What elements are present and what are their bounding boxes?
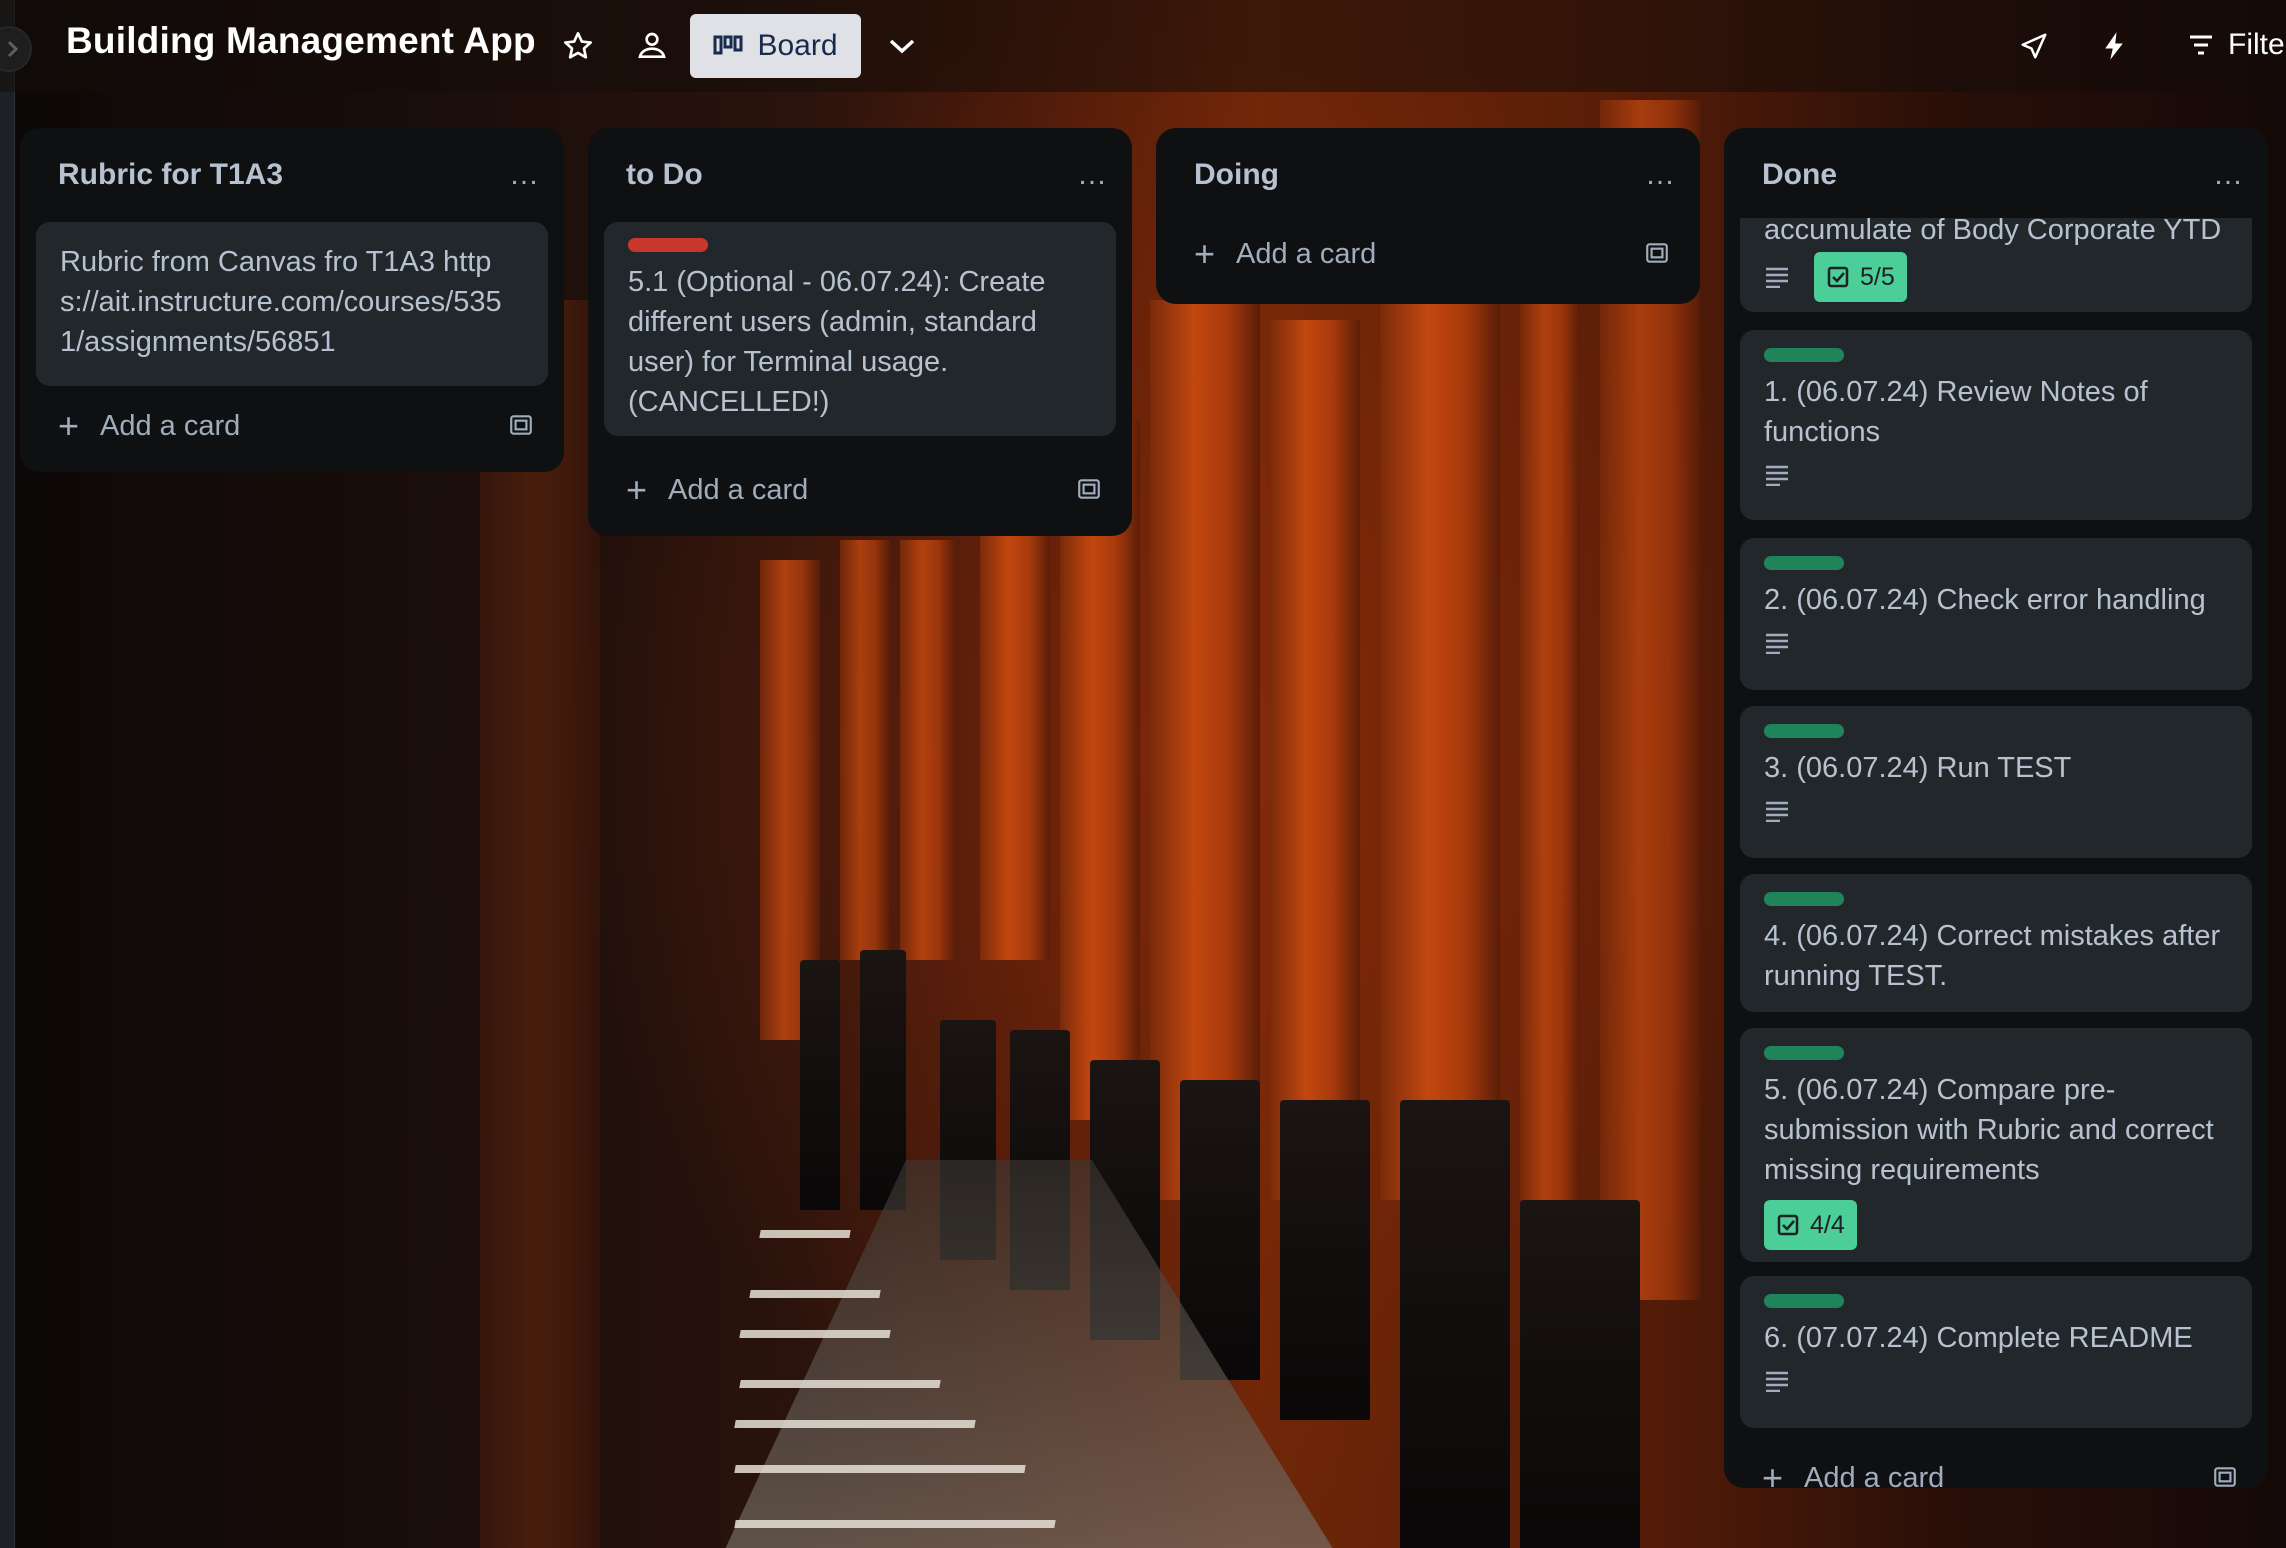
card-title: 5.1 (Optional - 06.07.24): Create differ… bbox=[628, 266, 1046, 418]
add-card-button[interactable]: + Add a card bbox=[20, 394, 564, 458]
template-icon[interactable] bbox=[2212, 1464, 2238, 1488]
card-title: 6. (07.07.24) Complete README bbox=[1764, 1322, 2193, 1354]
plus-icon: + bbox=[58, 405, 80, 446]
description-icon bbox=[1766, 633, 1788, 654]
checklist-count: 4/4 bbox=[1810, 1210, 1845, 1239]
filter-button[interactable]: Filte bbox=[2188, 28, 2285, 62]
list-doing: Doing … + Add a card bbox=[1156, 128, 1700, 304]
chevron-down-icon bbox=[889, 39, 915, 54]
list-rubric: Rubric for T1A3 … Rubric from Canvas fro… bbox=[20, 128, 564, 472]
view-switcher-button[interactable] bbox=[882, 26, 922, 66]
checklist-badge: 5/5 bbox=[1814, 252, 1907, 302]
sidebar-collapsed-strip bbox=[0, 0, 15, 1548]
card[interactable]: 1. (06.07.24) Review Notes of functions bbox=[1740, 330, 2252, 520]
card-title: 4. (06.07.24) Correct mistakes after run… bbox=[1764, 920, 2221, 992]
people-icon bbox=[638, 32, 666, 58]
card-title: 3. (06.07.24) Run TEST bbox=[1764, 752, 2072, 784]
card[interactable]: 5. (06.07.24) Compare pre-submission wit… bbox=[1740, 1028, 2252, 1262]
checklist-icon bbox=[1827, 266, 1849, 288]
card[interactable]: 4. (06.07.24) Correct mistakes after run… bbox=[1740, 874, 2252, 1012]
plus-icon: + bbox=[1194, 233, 1216, 274]
plus-icon: + bbox=[626, 469, 648, 510]
list-title[interactable]: Done bbox=[1762, 158, 1837, 192]
filter-label: Filte bbox=[2228, 28, 2285, 61]
checklist-badge: 4/4 bbox=[1764, 1200, 1857, 1250]
list-header: to Do … bbox=[588, 128, 1132, 220]
list-to-do: to Do … 5.1 (Optional - 06.07.24): Creat… bbox=[588, 128, 1132, 536]
board-title[interactable]: Building Management App bbox=[66, 20, 536, 62]
card-label-green[interactable] bbox=[1764, 1294, 1844, 1308]
rocket-icon bbox=[2021, 33, 2047, 59]
list-menu-button[interactable]: … bbox=[2213, 158, 2244, 192]
card-title: Rubric from Canvas fro T1A3 https://ait.… bbox=[60, 246, 502, 358]
card-title: 1. (06.07.24) Review Notes of functions bbox=[1764, 376, 2148, 448]
card[interactable]: 2. (06.07.24) Check error handling bbox=[1740, 538, 2252, 690]
add-card-button[interactable]: + Add a card bbox=[1156, 222, 1700, 286]
add-card-label: Add a card bbox=[1236, 237, 1377, 270]
star-button[interactable] bbox=[558, 26, 598, 66]
workspace-visibility-button[interactable] bbox=[632, 26, 672, 66]
card-label-green[interactable] bbox=[1764, 724, 1844, 738]
card[interactable]: 3. (06.07.24) Run TEST bbox=[1740, 706, 2252, 858]
automation-button[interactable] bbox=[2094, 26, 2134, 66]
filter-icon bbox=[2190, 35, 2212, 55]
card-label-green[interactable] bbox=[1764, 348, 1844, 362]
template-icon[interactable] bbox=[1076, 476, 1102, 502]
description-icon bbox=[1766, 465, 1788, 486]
list-header: Done … bbox=[1724, 128, 2268, 218]
board-header: Building Management App Board Filte bbox=[0, 0, 2286, 92]
plus-icon: + bbox=[1762, 1457, 1784, 1489]
card[interactable]: 6. (07.07.24) Complete README bbox=[1740, 1276, 2252, 1428]
template-icon[interactable] bbox=[1644, 240, 1670, 266]
description-icon bbox=[1766, 267, 1788, 288]
card-label-green[interactable] bbox=[1764, 892, 1844, 906]
description-icon bbox=[1766, 1371, 1788, 1392]
add-card-label: Add a card bbox=[1804, 1461, 1945, 1489]
card[interactable]: Rubric from Canvas fro T1A3 https://ait.… bbox=[36, 222, 548, 386]
board-view-label: Board bbox=[757, 29, 838, 62]
add-card-button[interactable]: + Add a card bbox=[1724, 1446, 2268, 1488]
card-label-green[interactable] bbox=[1764, 556, 1844, 570]
add-card-button[interactable]: + Add a card bbox=[588, 458, 1132, 522]
card-title: 5. (06.07.24) Compare pre-submission wit… bbox=[1764, 1074, 2214, 1186]
list-title[interactable]: to Do bbox=[626, 158, 703, 192]
star-icon bbox=[564, 32, 592, 59]
checklist-count: 5/5 bbox=[1860, 262, 1895, 291]
list-header: Rubric for T1A3 … bbox=[20, 128, 564, 220]
add-card-label: Add a card bbox=[100, 409, 241, 442]
add-card-label: Add a card bbox=[668, 473, 809, 506]
list-title[interactable]: Rubric for T1A3 bbox=[58, 158, 283, 192]
list-title[interactable]: Doing bbox=[1194, 158, 1279, 192]
card-title: 2. (06.07.24) Check error handling bbox=[1764, 584, 2206, 616]
power-ups-button[interactable] bbox=[2014, 26, 2054, 66]
list-menu-button[interactable]: … bbox=[509, 158, 540, 192]
list-menu-button[interactable]: … bbox=[1077, 158, 1108, 192]
template-icon[interactable] bbox=[508, 412, 534, 438]
checklist-icon bbox=[1777, 1214, 1799, 1236]
card[interactable]: 5.1 (Optional - 06.07.24): Create differ… bbox=[604, 222, 1116, 436]
list-header: Doing … bbox=[1156, 128, 1700, 220]
card-label-green[interactable] bbox=[1764, 1046, 1844, 1060]
board-icon bbox=[713, 35, 743, 55]
list-menu-button[interactable]: … bbox=[1645, 158, 1676, 192]
description-icon bbox=[1766, 801, 1788, 822]
list-done: Done … accumulate of Body Corporate YTD … bbox=[1724, 128, 2268, 1488]
card-label-red[interactable] bbox=[628, 238, 708, 252]
lightning-icon bbox=[2105, 32, 2123, 60]
board-view-button[interactable]: Board bbox=[690, 14, 861, 78]
